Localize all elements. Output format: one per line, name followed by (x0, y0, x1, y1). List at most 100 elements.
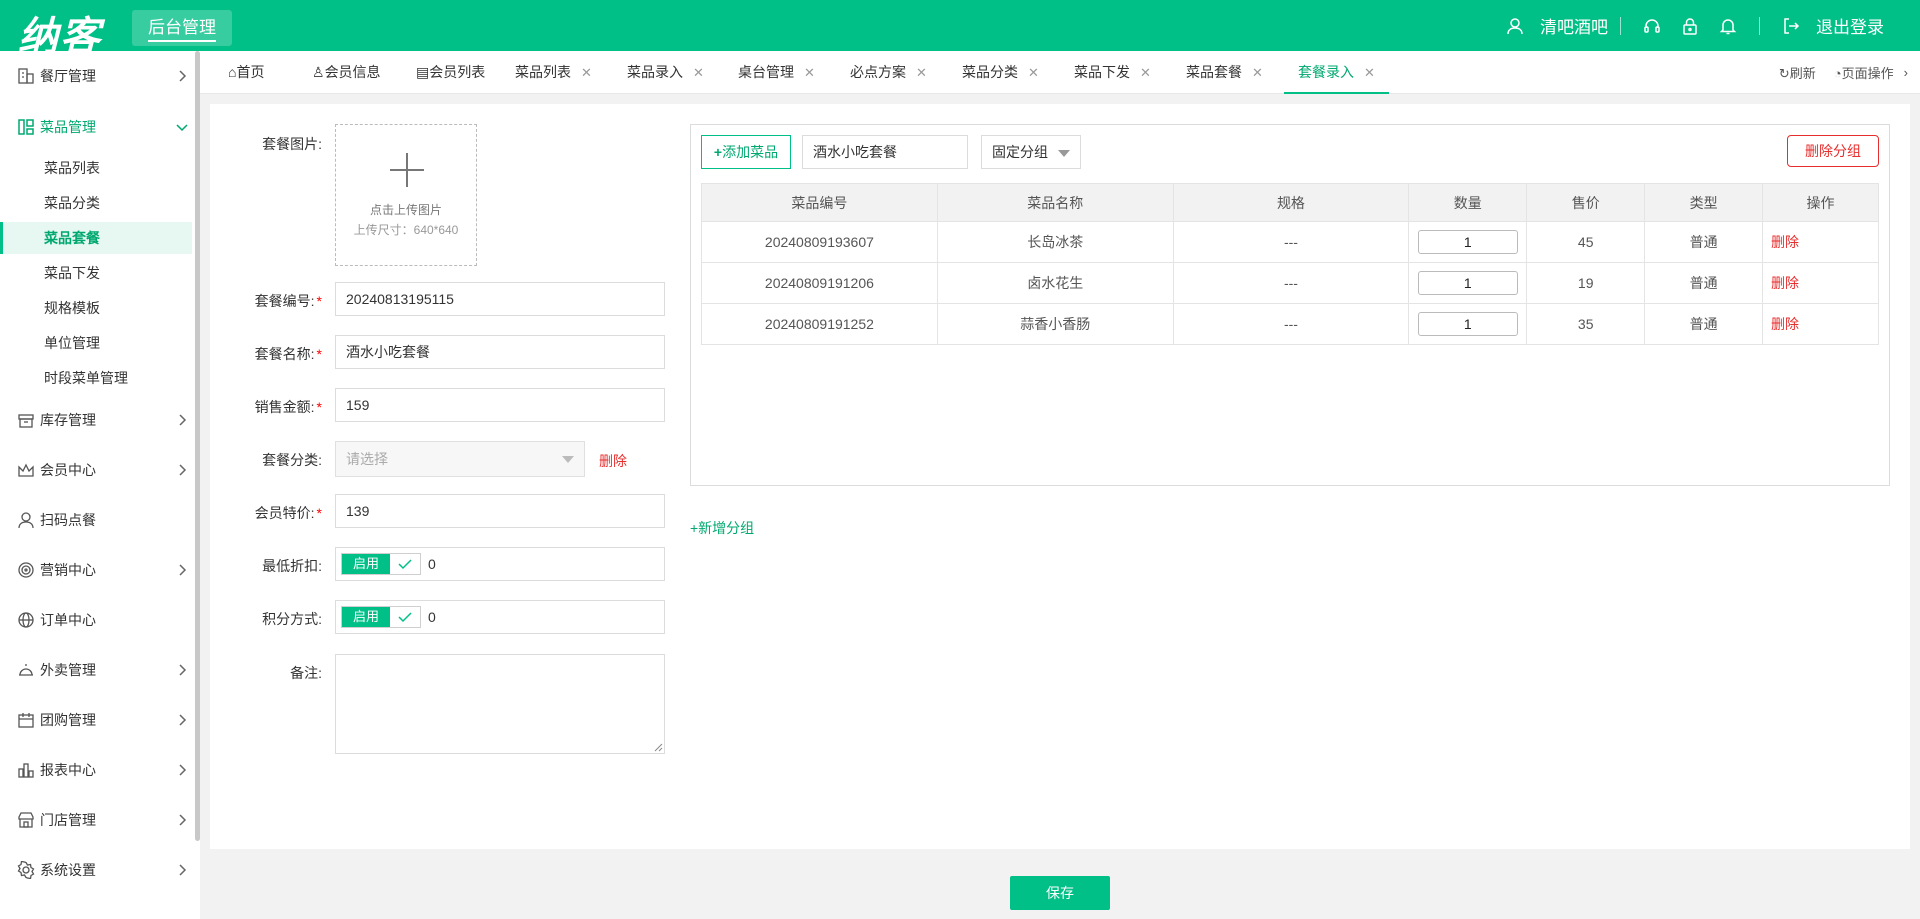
close-icon[interactable]: ✕ (804, 65, 815, 80)
user-name[interactable]: 清吧酒吧 (1540, 13, 1608, 38)
tab-member-list[interactable]: ▤会员列表 (416, 51, 485, 94)
refresh-button[interactable]: ↻刷新 (1779, 63, 1816, 82)
tab-dish-combo[interactable]: 菜品套餐 ✕ (1186, 51, 1263, 94)
close-icon[interactable]: ✕ (1252, 65, 1263, 80)
dish-type: 普通 (1644, 262, 1764, 304)
logout-button[interactable]: 退出登录 (1816, 13, 1884, 38)
qty-cell: 1 (1408, 221, 1528, 263)
sidebar-item-members[interactable]: 会员中心 (0, 450, 192, 490)
sidebar-item-label: 门店管理 (40, 812, 96, 828)
group-name-input[interactable]: 酒水小吃套餐 (802, 135, 968, 169)
column-header: 操作 (1762, 183, 1879, 222)
close-icon[interactable]: ✕ (1140, 65, 1151, 80)
top-right-tools: 清吧酒吧 退出登录 (1496, 0, 1884, 51)
target-icon (16, 560, 36, 580)
sidebar-item-label: 营销中心 (40, 562, 96, 578)
page-ops-button[interactable]: ◔页面操作 (1834, 63, 1894, 82)
points-value[interactable]: 0 (428, 601, 436, 633)
logout-icon[interactable] (1780, 15, 1802, 37)
lock-icon[interactable] (1679, 15, 1701, 37)
add-group-link[interactable]: +新增分组 (690, 518, 754, 538)
tab-home[interactable]: ⌂首页 (228, 51, 264, 94)
store-icon (16, 810, 36, 830)
crown-icon (16, 460, 36, 480)
sidebar-item-label: 系统设置 (40, 862, 96, 878)
admin-label: 后台管理 (148, 18, 216, 42)
check-icon (398, 612, 412, 623)
tab-must-order[interactable]: 必点方案 ✕ (850, 51, 927, 94)
tab-table-manage[interactable]: 桌台管理 ✕ (738, 51, 815, 94)
sidebar-subitem-dish-category[interactable]: 菜品分类 (0, 187, 192, 219)
sidebar-subitem-dish-combo[interactable]: 菜品套餐 (0, 222, 192, 254)
price-label: 销售金额: * (254, 399, 322, 415)
row-delete-link[interactable]: 删除 (1762, 221, 1879, 263)
tab-dish-entry[interactable]: 菜品录入 ✕ (627, 51, 704, 94)
add-dish-button[interactable]: +添加菜品 (701, 135, 791, 169)
sidebar-item-group-buy[interactable]: 团购管理 (0, 700, 192, 740)
sidebar-subitem-unit[interactable]: 单位管理 (0, 327, 192, 359)
close-icon[interactable]: ✕ (693, 65, 704, 80)
sidebar-item-label: 库存管理 (40, 412, 96, 428)
sidebar-item-restaurant[interactable]: 餐厅管理 (0, 56, 192, 96)
row-delete-link[interactable]: 删除 (1762, 262, 1879, 304)
name-input[interactable]: 酒水小吃套餐 (335, 335, 665, 369)
tab-combo-entry[interactable]: 套餐录入 ✕ (1284, 51, 1389, 94)
points-toggle[interactable]: 启用 (341, 606, 421, 628)
resize-grip-icon[interactable] (654, 743, 663, 752)
close-icon[interactable]: ✕ (1028, 65, 1039, 80)
sidebar-subitem-dish-distribute[interactable]: 菜品下发 (0, 257, 192, 289)
admin-button[interactable]: 后台管理 (132, 10, 232, 46)
category-delete-link[interactable]: 删除 (599, 451, 627, 471)
sidebar-item-settings[interactable]: 系统设置 (0, 850, 192, 890)
column-header: 菜品编号 (701, 183, 938, 222)
remark-textarea[interactable] (335, 654, 665, 754)
tab-member-info[interactable]: ♙会员信息 (312, 51, 381, 94)
dish-name: 卤水花生 (936, 262, 1174, 304)
sidebar-item-reports[interactable]: 报表中心 (0, 750, 192, 790)
min-discount-value[interactable]: 0 (428, 548, 436, 580)
chevron-right-icon[interactable]: › (1904, 65, 1908, 80)
sidebar-item-marketing[interactable]: 营销中心 (0, 550, 192, 590)
price-input[interactable]: 159 (335, 388, 665, 422)
tab-label: 必点方案 (850, 64, 906, 80)
close-icon[interactable]: ✕ (1364, 65, 1375, 80)
column-header: 数量 (1408, 183, 1528, 222)
sidebar-item-inventory[interactable]: 库存管理 (0, 400, 192, 440)
tab-dish-category[interactable]: 菜品分类 ✕ (962, 51, 1039, 94)
headset-icon[interactable] (1641, 15, 1663, 37)
sidebar-item-stores[interactable]: 门店管理 (0, 800, 192, 840)
min-discount-toggle[interactable]: 启用 (341, 553, 421, 575)
sidebar-item-orders[interactable]: 订单中心 (0, 600, 192, 640)
sidebar-item-scan-order[interactable]: 扫码点餐 (0, 500, 192, 540)
qty-input[interactable]: 1 (1417, 230, 1518, 254)
qty-input[interactable]: 1 (1417, 312, 1518, 336)
sidebar-item-dishes[interactable]: 菜品管理 (0, 107, 192, 147)
save-button[interactable]: 保存 (1010, 876, 1110, 910)
tab-dish-list[interactable]: 菜品列表 ✕ (515, 51, 592, 94)
category-select[interactable]: 请选择 (335, 441, 585, 477)
close-icon[interactable]: ✕ (916, 65, 927, 80)
code-input[interactable]: 20240813195115 (335, 282, 665, 316)
delete-group-button[interactable]: 删除分组 (1787, 135, 1879, 167)
sidebar-subitem-dish-list[interactable]: 菜品列表 (0, 152, 192, 184)
qty-input[interactable]: 1 (1417, 271, 1518, 295)
tab-dish-distribute[interactable]: 菜品下发 ✕ (1074, 51, 1151, 94)
sidebar-item-takeaway[interactable]: 外卖管理 (0, 650, 192, 690)
sidebar-subitem-spec-template[interactable]: 规格模板 (0, 292, 192, 324)
dish-spec: --- (1172, 221, 1410, 263)
refresh-label: 刷新 (1789, 66, 1816, 81)
image-upload[interactable]: 点击上传图片 上传尺寸：640*640 (335, 124, 477, 266)
row-delete-link[interactable]: 删除 (1762, 303, 1879, 345)
member-price-input[interactable]: 139 (335, 494, 665, 528)
close-icon[interactable]: ✕ (581, 65, 592, 80)
sidebar-scrollbar[interactable] (195, 51, 200, 841)
tab-label: 菜品套餐 (1186, 64, 1242, 80)
group-type-select[interactable]: 固定分组 (981, 135, 1081, 169)
tab-label: 菜品下发 (1074, 64, 1130, 80)
tab-label: 菜品分类 (962, 64, 1018, 80)
dish-name: 蒜香小香肠 (936, 303, 1174, 345)
sidebar-subitem-time-menu[interactable]: 时段菜单管理 (0, 362, 192, 394)
tab-label: 会员列表 (429, 64, 486, 80)
chevron-right-icon (179, 864, 187, 876)
bell-icon[interactable] (1717, 15, 1739, 37)
